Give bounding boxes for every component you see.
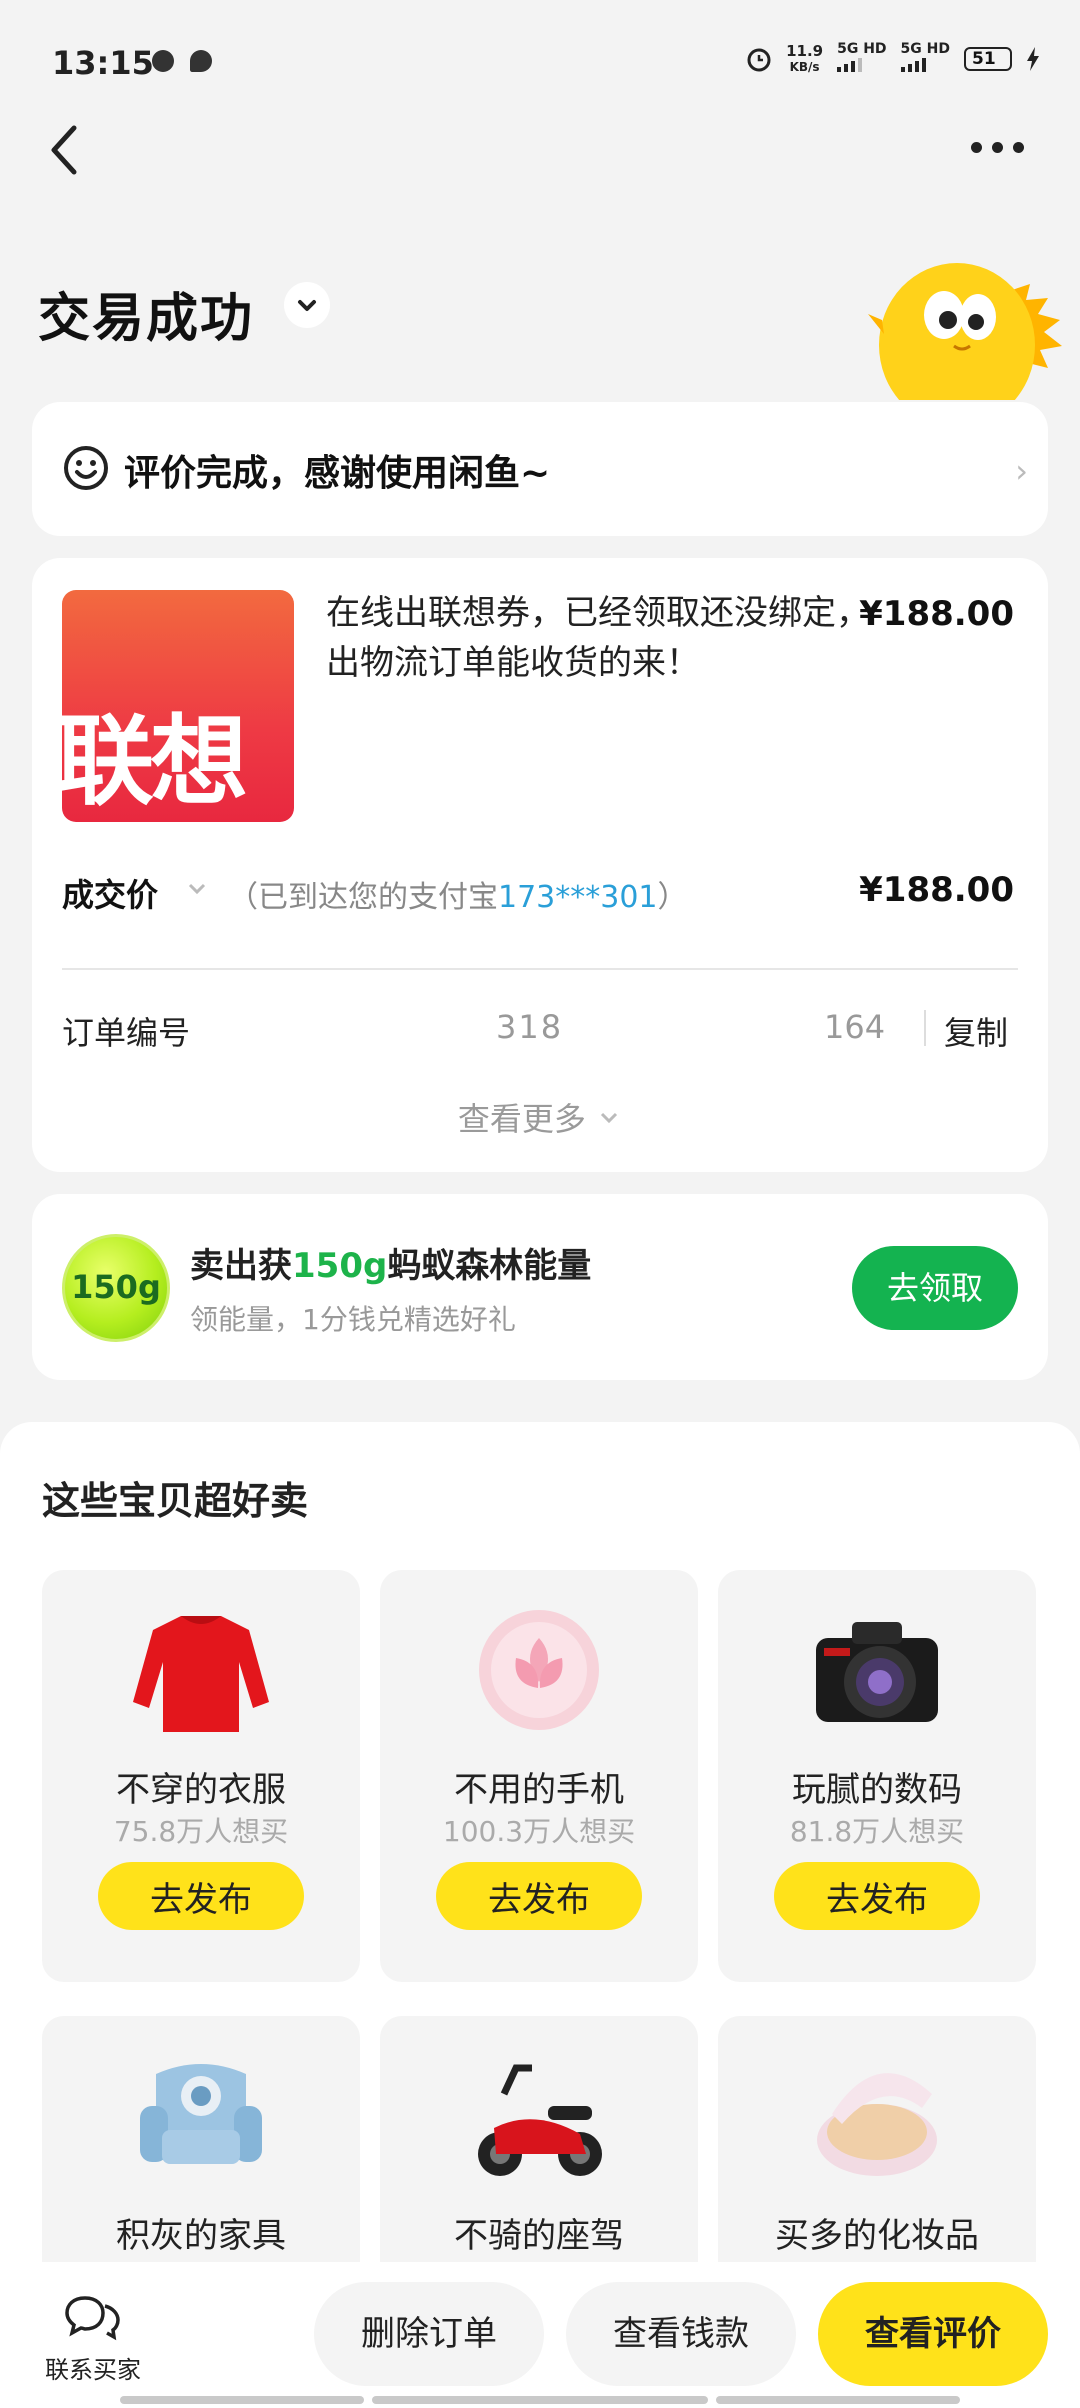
armchair-icon xyxy=(140,2064,262,2164)
net-speed: 11.9 KB/s xyxy=(786,42,824,74)
scooter-icon xyxy=(478,2064,602,2176)
smile-face-icon xyxy=(64,446,108,490)
rating-complete-text: 评价完成，感谢使用闲鱼~ xyxy=(124,453,551,494)
home-indicator xyxy=(120,2396,364,2404)
view-payment-button[interactable]: 查看钱款 xyxy=(566,2282,796,2386)
order-card: 联想 在线出联想券，已经领取还没绑定，出物流订单能收货的来！ ¥188.00 成… xyxy=(32,558,1048,1172)
order-number-head: 318 xyxy=(496,1008,564,1046)
signal-bars-icon xyxy=(900,56,926,72)
delete-order-button[interactable]: 删除订单 xyxy=(314,2282,544,2386)
message-notification-icon xyxy=(190,50,212,72)
divider xyxy=(62,968,1018,970)
item-price: ¥188.00 xyxy=(859,594,1014,634)
title-expand-button[interactable] xyxy=(284,282,330,328)
status-time: 13:15 xyxy=(52,44,154,82)
rating-complete-banner[interactable]: 评价完成，感谢使用闲鱼~ › xyxy=(32,402,1048,536)
alipay-account: 173***301 xyxy=(498,880,658,915)
energy-title: 卖出获150g蚂蚁森林能量 xyxy=(190,1246,592,1286)
sim1-signal: 5G HD xyxy=(837,42,887,76)
alarm-icon xyxy=(747,48,771,72)
category-tile-clothes[interactable]: 不穿的衣服 75.8万人想买 去发布 xyxy=(42,1570,360,1982)
camera-icon xyxy=(816,1622,938,1722)
publish-button[interactable]: 去发布 xyxy=(98,1862,304,1930)
browser-notification-icon xyxy=(152,50,174,72)
chat-bubble-icon xyxy=(65,2296,120,2341)
status-right-group: 11.9 KB/s 5G HD 5G HD 51 xyxy=(746,42,1040,76)
divider xyxy=(924,1010,926,1046)
publish-button[interactable]: 去发布 xyxy=(774,1862,980,1930)
category-name: 不穿的衣服 xyxy=(116,1770,286,1810)
energy-subtitle: 领能量，1分钱兑精选好礼 xyxy=(190,1303,516,1336)
category-name: 不用的手机 xyxy=(454,1770,624,1810)
publish-button[interactable]: 去发布 xyxy=(436,1862,642,1930)
back-arrow-icon[interactable] xyxy=(44,120,84,180)
signal-bars-icon xyxy=(837,56,863,72)
want-count: 81.8万人想买 xyxy=(789,1815,965,1848)
status-bar: 13:15 11.9 KB/s 5G HD 5G HD 51 xyxy=(0,0,1080,130)
category-name: 不骑的座驾 xyxy=(454,2216,624,2256)
sweater-icon xyxy=(133,1616,269,1732)
cushion-compact-icon xyxy=(817,2073,937,2176)
battery-icon: 51 xyxy=(964,47,1012,71)
payment-destination-note: （已到达您的支付宝173***301） xyxy=(228,880,688,915)
more-menu-icon[interactable] xyxy=(971,142,1024,153)
phone-icon xyxy=(479,1610,599,1730)
want-count: 75.8万人想买 xyxy=(113,1815,289,1848)
chevron-down-icon[interactable] xyxy=(184,876,210,902)
xianyu-fish-mascot xyxy=(868,263,1062,400)
section-title: 这些宝贝超好卖 xyxy=(42,1479,309,1523)
chevron-right-icon: › xyxy=(1015,452,1028,490)
order-number-label: 订单编号 xyxy=(62,1014,191,1052)
category-name: 积灰的家具 xyxy=(116,2216,286,2256)
forest-energy-card: 150g 卖出获150g蚂蚁森林能量 领能量，1分钱兑精选好礼 去领取 xyxy=(32,1194,1048,1380)
item-thumbnail[interactable]: 联想 xyxy=(62,590,294,822)
thumbnail-brand-text: 联想 xyxy=(62,705,248,819)
copy-order-number-button[interactable]: 复制 xyxy=(944,1008,1008,1054)
view-more-button[interactable]: 查看更多 xyxy=(32,1094,1048,1140)
home-indicator xyxy=(372,2396,708,2404)
page-title: 交易成功 xyxy=(38,289,255,349)
sim2-signal: 5G HD xyxy=(900,42,950,76)
claim-energy-button[interactable]: 去领取 xyxy=(852,1246,1018,1330)
category-name: 买多的化妆品 xyxy=(775,2216,979,2256)
category-name: 玩腻的数码 xyxy=(792,1770,962,1810)
bottom-action-bar: 联系买家 删除订单 查看钱款 查看评价 xyxy=(0,2262,1080,2408)
energy-ball-icon: 150g xyxy=(62,1234,170,1342)
deal-price-label[interactable]: 成交价 xyxy=(62,870,158,916)
item-title[interactable]: 在线出联想券，已经领取还没绑定，出物流订单能收货的来！ xyxy=(326,588,886,688)
deal-price: ¥188.00 xyxy=(859,870,1014,910)
category-tile-phone[interactable]: 不用的手机 100.3万人想买 去发布 xyxy=(380,1570,698,1982)
view-review-button[interactable]: 查看评价 xyxy=(818,2282,1048,2386)
category-tile-digital[interactable]: 玩腻的数码 81.8万人想买 去发布 xyxy=(718,1570,1036,1982)
want-count: 100.3万人想买 xyxy=(442,1815,636,1848)
recommend-sell-section: 这些宝贝超好卖 不穿的衣服 75.8万人想买 去发布 不用的手机 100.3万人… xyxy=(0,1422,1080,2408)
chevron-down-icon xyxy=(601,1112,618,1124)
charging-icon xyxy=(1027,47,1039,71)
contact-buyer-label: 联系买家 xyxy=(45,2356,141,2384)
contact-buyer-button[interactable]: 联系买家 xyxy=(38,2292,148,2385)
home-indicator xyxy=(716,2396,960,2404)
chevron-down-icon xyxy=(298,300,316,311)
order-number-tail: 164 xyxy=(824,1008,886,1046)
